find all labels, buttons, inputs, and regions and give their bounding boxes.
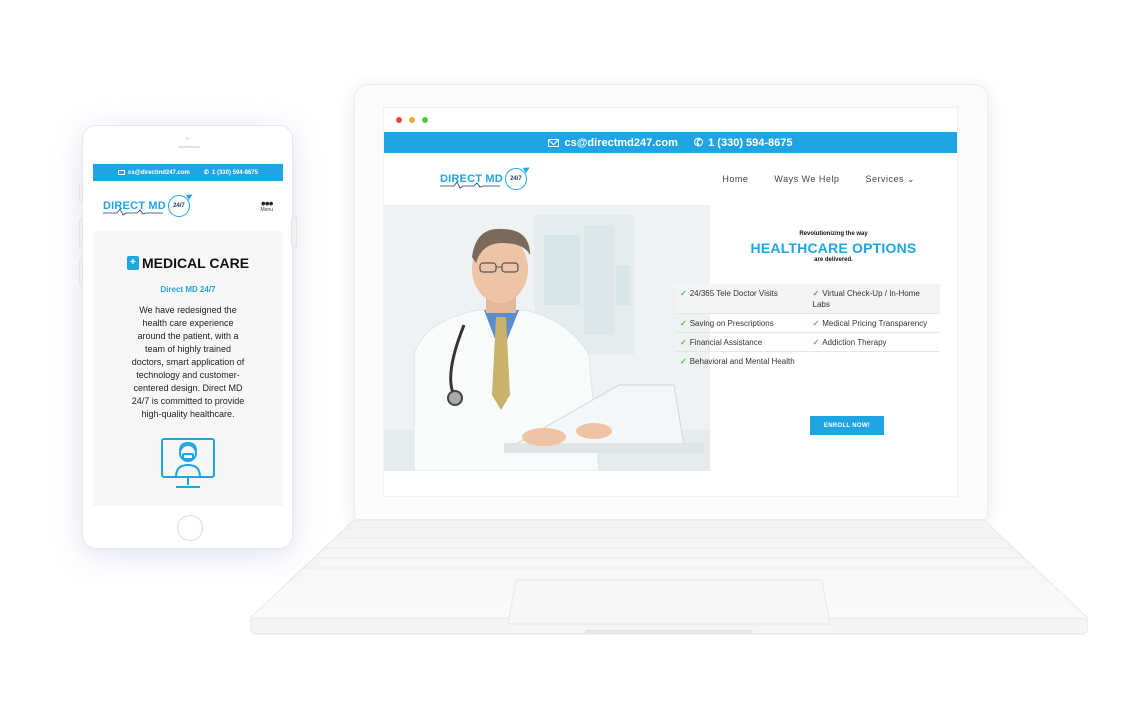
hero-content: Revolutionizing the way HEALTHCARE OPTIO… (675, 205, 957, 471)
menu-dots-icon: ••• (260, 195, 274, 211)
phone-speaker (178, 146, 200, 148)
phone-link[interactable]: ✆ 1 (330) 594-8675 (692, 135, 793, 150)
site-header: DIRECT MD 24/7 Home Ways We Help Service… (384, 153, 957, 205)
doctor-photo (384, 205, 710, 471)
feature-label: Virtual Check-Up / In-Home Labs (812, 289, 920, 309)
feature-label: Financial Assistance (689, 338, 763, 347)
mobile-phone-text: 1 (330) 594-8675 (211, 169, 258, 176)
hero-section: Revolutionizing the way HEALTHCARE OPTIO… (384, 205, 957, 471)
list-item: ✓ Virtual Check-Up / In-Home Labs (807, 284, 940, 314)
phone-icon: ✆ (203, 170, 209, 176)
check-icon: ✓ (812, 319, 820, 328)
heartbeat-icon (440, 181, 500, 189)
mail-icon (548, 138, 560, 147)
laptop-base (250, 520, 1088, 635)
email-text: cs@directmd247.com (564, 136, 678, 149)
phone-side-button[interactable] (79, 258, 83, 286)
check-icon: ✓ (680, 289, 687, 298)
mobile-email-text: cs@directmd247.com (128, 169, 190, 176)
list-item: ✓ Behavioral and Mental Health (675, 352, 808, 370)
feature-label: 24/365 Tele Doctor Visits (689, 289, 778, 298)
feature-label: Medical Pricing Transparency (822, 319, 928, 328)
list-item: ✓ Financial Assistance (675, 333, 808, 352)
section-description: We have redesigned the health care exper… (131, 305, 245, 419)
mockup-stage: cs@directmd247.com ✆ 1 (330) 594-8675 DI… (0, 0, 1132, 717)
hero-pretitle: Revolutionizing the way (799, 231, 868, 237)
section-title: + MEDICAL CARE (93, 255, 283, 271)
minimize-dot-icon[interactable] (409, 117, 415, 123)
maximize-dot-icon[interactable] (422, 117, 428, 123)
menu-label: Menu (260, 207, 273, 213)
list-item: ✓ Saving on Prescriptions (675, 314, 808, 333)
mail-icon (118, 170, 126, 175)
features-list: ✓ 24/365 Tele Doctor Visits ✓ Virtual Chec… (675, 284, 940, 370)
phone-screen: cs@directmd247.com ✆ 1 (330) 594-8675 DI… (93, 164, 283, 506)
hero-posttitle: are delivered. (814, 257, 853, 263)
list-item: ✓ Addiction Therapy (807, 333, 940, 352)
phone-side-button[interactable] (79, 184, 83, 202)
mobile-phone-link[interactable]: ✆ 1 (330) 594-8675 (203, 169, 258, 177)
mobile-contact-topbar: cs@directmd247.com ✆ 1 (330) 594-8675 (93, 164, 283, 181)
feature-label: Behavioral and Mental Health (689, 357, 795, 366)
mobile-email-link[interactable]: cs@directmd247.com (118, 170, 190, 176)
check-icon: ✓ (680, 338, 687, 347)
hero-title: HEALTHCARE OPTIONS (750, 240, 917, 256)
check-icon: ✓ (680, 357, 687, 366)
browser-chrome (384, 108, 957, 132)
mobile-content: + MEDICAL CARE Direct MD 24/7 We have re… (93, 231, 283, 506)
nav-services[interactable]: Services ⌄ (865, 174, 915, 185)
check-icon: ✓ (812, 338, 820, 347)
phone-text: 1 (330) 594-8675 (708, 136, 793, 149)
nav-ways-we-help[interactable]: Ways We Help (774, 174, 839, 185)
medical-kit-icon: + (126, 256, 139, 270)
list-item: ✓ Medical Pricing Transparency (807, 314, 940, 333)
list-item: ✓ 24/365 Tele Doctor Visits (675, 284, 808, 314)
section-subtitle: Direct MD 24/7 (160, 285, 216, 294)
logo-badge: 24/7 (167, 195, 190, 217)
logo[interactable]: DIRECT MD 24/7 (440, 168, 527, 190)
phone-power-button[interactable] (291, 217, 297, 247)
phone-side-button[interactable] (79, 219, 83, 247)
feature-label: Saving on Prescriptions (689, 319, 774, 328)
doctor-illustration (384, 205, 710, 471)
phone-camera (186, 137, 189, 140)
chevron-down-icon: ⌄ (906, 173, 915, 184)
nav-services-label: Services (865, 173, 904, 184)
doctor-monitor-icon (161, 438, 215, 488)
heartbeat-icon (103, 208, 163, 216)
feature-label: Addiction Therapy (822, 338, 887, 347)
enroll-now-button[interactable]: ENROLL NOW! (810, 416, 884, 435)
laptop-screen: cs@directmd247.com ✆ 1 (330) 594-8675 DI… (383, 107, 958, 497)
menu-button[interactable]: ••• Menu (260, 195, 274, 213)
main-nav: Home Ways We Help Services ⌄ (722, 174, 915, 185)
contact-topbar: cs@directmd247.com ✆ 1 (330) 594-8675 (384, 132, 957, 153)
nav-home[interactable]: Home (722, 174, 748, 185)
mobile-header: DIRECT MD 24/7 ••• Menu (93, 181, 283, 231)
section-title-text: MEDICAL CARE (141, 255, 250, 271)
phone-home-button[interactable] (177, 515, 203, 541)
check-icon: ✓ (812, 289, 820, 298)
mobile-logo[interactable]: DIRECT MD 24/7 (103, 195, 190, 217)
phone-device: cs@directmd247.com ✆ 1 (330) 594-8675 DI… (82, 125, 293, 549)
email-link[interactable]: cs@directmd247.com (548, 136, 678, 149)
logo-badge: 24/7 (504, 168, 527, 190)
close-dot-icon[interactable] (396, 117, 402, 123)
check-icon: ✓ (680, 319, 687, 328)
phone-icon: ✆ (692, 135, 705, 150)
